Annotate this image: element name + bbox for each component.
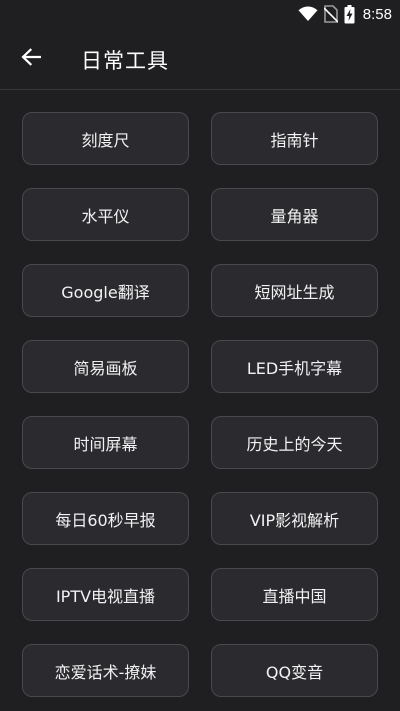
tool-button-love-talk[interactable]: 恋爱话术-撩妹	[22, 644, 189, 697]
tool-button-drawing-board[interactable]: 简易画板	[22, 340, 189, 393]
app-bar: 日常工具	[0, 28, 400, 90]
status-icons: 8:58	[298, 4, 392, 24]
tool-button-protractor[interactable]: 量角器	[211, 188, 378, 241]
tool-button-history-today[interactable]: 历史上的今天	[211, 416, 378, 469]
tool-button-live-china[interactable]: 直播中国	[211, 568, 378, 621]
tool-button-iptv[interactable]: IPTV电视直播	[22, 568, 189, 621]
tool-button-time-screen[interactable]: 时间屏幕	[22, 416, 189, 469]
tool-button-ruler[interactable]: 刻度尺	[22, 112, 189, 165]
tool-button-vip-video[interactable]: VIP影视解析	[211, 492, 378, 545]
tool-button-qq-voice-changer[interactable]: QQ变音	[211, 644, 378, 697]
tool-button-google-translate[interactable]: Google翻译	[22, 264, 189, 317]
tools-grid: 刻度尺 指南针 水平仪 量角器 Google翻译 短网址生成 简易画板 LED手…	[22, 112, 378, 697]
tool-button-level[interactable]: 水平仪	[22, 188, 189, 241]
tool-button-short-url[interactable]: 短网址生成	[211, 264, 378, 317]
status-bar: 8:58	[0, 0, 400, 28]
tool-button-daily-news[interactable]: 每日60秒早报	[22, 492, 189, 545]
page-title: 日常工具	[81, 49, 169, 73]
battery-charging-icon	[344, 4, 355, 24]
wifi-icon	[298, 6, 318, 22]
tool-button-compass[interactable]: 指南针	[211, 112, 378, 165]
back-button[interactable]	[8, 36, 54, 82]
tool-button-led-subtitle[interactable]: LED手机字幕	[211, 340, 378, 393]
status-time: 8:58	[362, 5, 392, 23]
arrow-back-icon	[21, 48, 42, 70]
no-sim-icon	[323, 5, 338, 23]
